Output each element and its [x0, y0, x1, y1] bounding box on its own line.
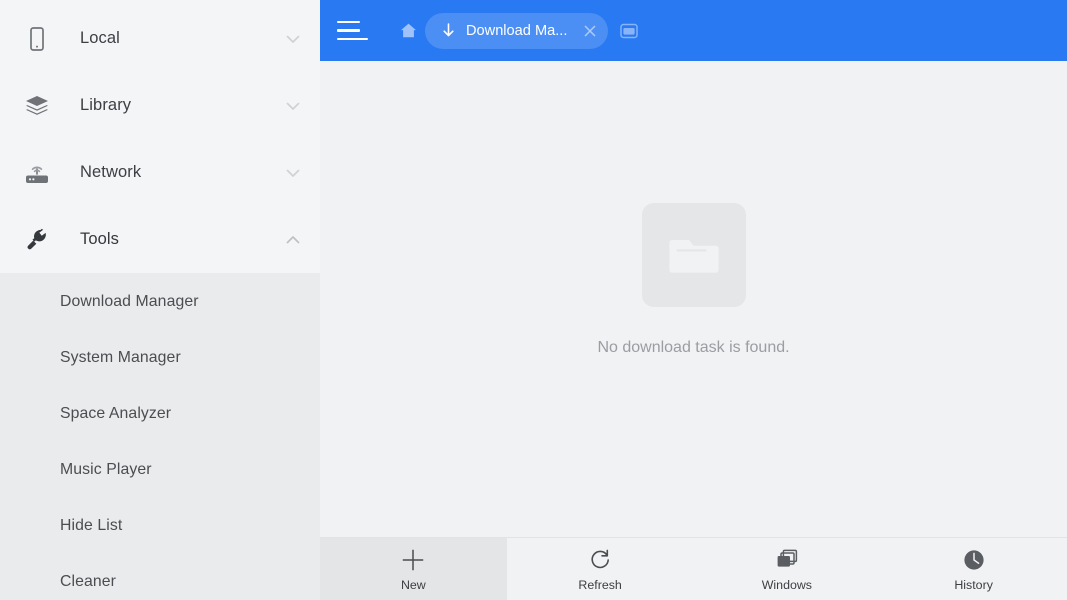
sidebar-subitem-music-player[interactable]: Music Player	[0, 442, 320, 498]
content-area: No download task is found.	[320, 61, 1067, 537]
hamburger-line	[337, 37, 368, 41]
sidebar-subitem-download-manager[interactable]: Download Manager	[0, 274, 320, 330]
sidebar: Local Library Network Tools Download Man…	[0, 0, 320, 600]
download-arrow-icon	[439, 22, 457, 40]
chevron-down-icon[interactable]	[284, 164, 302, 182]
sidebar-item-label: Local	[80, 29, 120, 47]
layers-icon	[20, 89, 54, 123]
sidebar-item-tools[interactable]: Tools	[0, 206, 320, 273]
clock-icon	[962, 547, 986, 573]
sidebar-item-label: Library	[80, 96, 132, 114]
hamburger-line	[337, 20, 360, 24]
tab-download-manager[interactable]: Download Ma...	[425, 12, 608, 49]
windows-icon	[774, 547, 800, 573]
refresh-icon	[588, 547, 613, 573]
hamburger-line	[337, 29, 360, 32]
plus-icon	[400, 547, 426, 573]
refresh-button-label: Refresh	[578, 577, 622, 592]
new-window-icon[interactable]	[614, 16, 644, 46]
sidebar-item-label: Tools	[80, 230, 120, 248]
sidebar-item-network[interactable]: Network	[0, 139, 320, 206]
sidebar-subitem-label: Space Analyzer	[60, 405, 172, 422]
bottom-toolbar: New Refresh Windows History	[320, 537, 1067, 600]
refresh-button[interactable]: Refresh	[507, 538, 694, 600]
hamburger-icon[interactable]	[337, 16, 373, 46]
sidebar-groups: Local Library Network Tools	[0, 0, 320, 273]
tab-title: Download Ma...	[466, 22, 568, 39]
home-icon[interactable]	[395, 18, 421, 44]
history-button-label: History	[954, 577, 993, 592]
sidebar-subitem-label: Cleaner	[60, 573, 117, 590]
phone-icon	[20, 22, 54, 56]
windows-button-label: Windows	[761, 577, 812, 592]
close-icon[interactable]	[578, 19, 602, 43]
sidebar-subitem-label: Music Player	[60, 461, 152, 478]
sidebar-subitem-hide-list[interactable]: Hide List	[0, 498, 320, 554]
router-icon	[20, 156, 54, 190]
windows-button[interactable]: Windows	[694, 538, 881, 600]
top-header-bar: Download Ma...	[320, 0, 1067, 61]
wrench-icon	[20, 223, 54, 257]
sidebar-subitem-label: Hide List	[60, 517, 123, 534]
sidebar-subitem-cleaner[interactable]: Cleaner	[0, 554, 320, 600]
sidebar-subitem-label: System Manager	[60, 349, 181, 366]
main-panel: Download Ma... No download task is found…	[320, 0, 1067, 600]
app-root: Local Library Network Tools Download Man…	[0, 0, 1067, 600]
chevron-up-icon[interactable]	[284, 231, 302, 249]
sidebar-subitem-label: Download Manager	[60, 293, 199, 310]
chevron-down-icon[interactable]	[284, 97, 302, 115]
sidebar-subitem-system-manager[interactable]: System Manager	[0, 330, 320, 386]
empty-state-message: No download task is found.	[597, 339, 790, 356]
empty-state: No download task is found.	[597, 203, 790, 357]
sidebar-item-local[interactable]: Local	[0, 5, 320, 72]
folder-icon	[641, 203, 746, 307]
sidebar-subitem-space-analyzer[interactable]: Space Analyzer	[0, 386, 320, 442]
sidebar-item-label: Network	[80, 163, 142, 181]
new-button-label: New	[400, 577, 426, 592]
history-button[interactable]: History	[880, 538, 1067, 600]
sidebar-item-library[interactable]: Library	[0, 72, 320, 139]
new-button[interactable]: New	[320, 538, 507, 600]
chevron-down-icon[interactable]	[284, 30, 302, 48]
sidebar-tools-submenu: Download Manager System Manager Space An…	[0, 273, 320, 600]
